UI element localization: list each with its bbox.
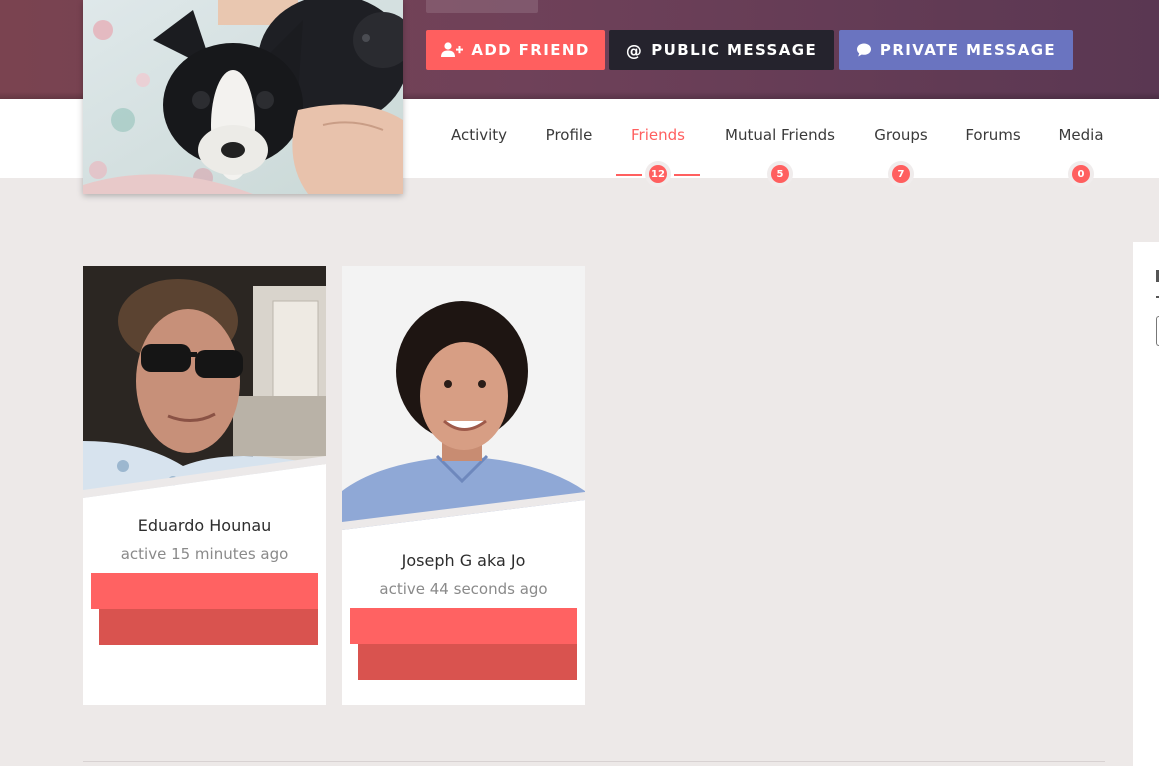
tab-friends-count-badge: 12 [645, 161, 671, 187]
tab-profile[interactable]: Profile [546, 126, 593, 144]
public-message-label: PUBLIC MESSAGE [651, 41, 818, 59]
friend-name[interactable]: Eduardo Hounau [83, 516, 326, 535]
friend-primary-action-button[interactable] [91, 573, 318, 609]
friend-avatar-image [83, 266, 326, 498]
friend-last-active: active 15 minutes ago [120, 545, 289, 563]
tab-activity[interactable]: Activity [451, 126, 507, 144]
tab-media[interactable]: Media [1058, 126, 1103, 144]
tab-groups-count: 7 [892, 165, 910, 183]
tab-groups[interactable]: Groups [874, 126, 927, 144]
friend-avatar[interactable] [83, 266, 326, 498]
tab-friends[interactable]: Friends [631, 126, 685, 144]
friend-avatar-image [342, 266, 585, 530]
tab-groups-count-badge: 7 [888, 161, 914, 187]
friend-card: Joseph G aka Jo active 44 seconds ago [342, 266, 585, 705]
friend-name[interactable]: Joseph G aka Jo [342, 551, 585, 570]
content-divider [83, 761, 1105, 762]
tab-active-line-left [616, 174, 642, 176]
friend-card: Eduardo Hounau active 15 minutes ago [83, 266, 326, 705]
add-friend-button[interactable]: ADD FRIEND [426, 30, 605, 70]
user-plus-icon [441, 42, 464, 57]
tab-active-line-right [674, 174, 700, 176]
tab-mutual-friends-count: 5 [771, 165, 789, 183]
tab-mutual-friends[interactable]: Mutual Friends [725, 126, 835, 144]
at-sign-icon: @ [625, 40, 644, 60]
tab-media-count: 0 [1072, 165, 1090, 183]
chat-bubble-icon [856, 43, 871, 57]
public-message-button[interactable]: @ PUBLIC MESSAGE [609, 30, 834, 70]
friend-remove-button[interactable] [99, 609, 318, 645]
friend-primary-action-button[interactable] [350, 608, 577, 644]
tab-forums[interactable]: Forums [965, 126, 1020, 144]
profile-avatar-image [83, 0, 403, 194]
friend-avatar[interactable] [342, 266, 585, 530]
private-message-label: PRIVATE MESSAGE [879, 41, 1057, 59]
friend-last-active: active 44 seconds ago [379, 580, 548, 598]
tab-friends-count: 12 [649, 165, 667, 183]
friend-remove-button[interactable] [358, 644, 577, 680]
tab-mutual-friends-count-badge: 5 [767, 161, 793, 187]
profile-avatar[interactable] [83, 0, 403, 194]
tab-media-count-badge: 0 [1068, 161, 1094, 187]
add-friend-label: ADD FRIEND [471, 41, 590, 59]
private-message-button[interactable]: PRIVATE MESSAGE [839, 30, 1073, 70]
header-tag [426, 0, 538, 13]
